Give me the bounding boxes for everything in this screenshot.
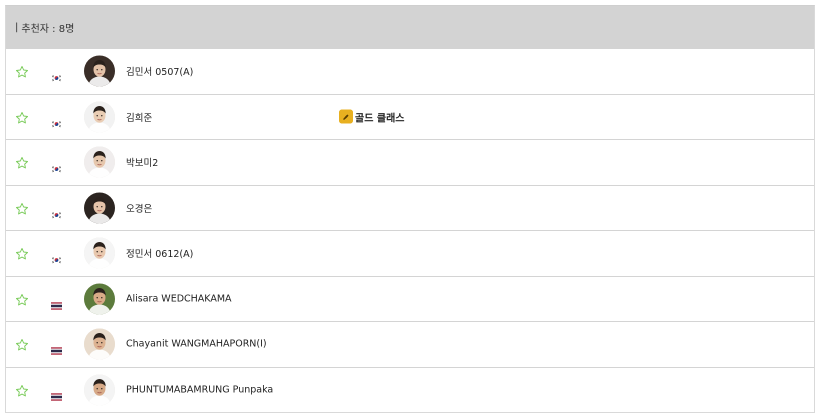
recommender-count: 추천자 : 8명 bbox=[21, 24, 75, 35]
player-name[interactable]: PHUNTUMABAMRUNG Punpaka bbox=[126, 385, 273, 396]
membership-badge: 골드 클래스 bbox=[339, 109, 404, 124]
player-name[interactable]: Chayanit WANGMAHAPORN(I) bbox=[126, 339, 267, 350]
list-header: | 추천자 : 8명 bbox=[6, 6, 814, 49]
favorite-star-icon[interactable] bbox=[15, 337, 29, 351]
player-row[interactable]: Chayanit WANGMAHAPORN(I) bbox=[6, 322, 814, 368]
korea-flag-icon bbox=[51, 249, 62, 264]
thailand-flag-icon bbox=[51, 386, 62, 401]
favorite-star-icon[interactable] bbox=[15, 383, 29, 397]
player-avatar[interactable] bbox=[84, 146, 115, 178]
player-name[interactable]: Alisara WEDCHAKAMA bbox=[126, 293, 232, 304]
player-row[interactable]: PHUNTUMABAMRUNG Punpaka bbox=[6, 368, 814, 414]
player-rows: 김민서 0507(A) 김희준 골드 클래스박보미2 오경은정민서 0612(A) Al… bbox=[6, 49, 814, 413]
korea-flag-icon bbox=[51, 113, 62, 128]
player-avatar[interactable] bbox=[84, 192, 115, 224]
player-name[interactable]: 오경은 bbox=[126, 201, 152, 215]
player-avatar[interactable] bbox=[84, 55, 115, 87]
player-row[interactable]: 박보미2 bbox=[6, 140, 814, 186]
korea-flag-icon bbox=[51, 67, 62, 82]
player-name[interactable]: 김민서 0507(A) bbox=[126, 64, 193, 78]
player-avatar[interactable] bbox=[84, 237, 115, 269]
recommended-players-list: | 추천자 : 8명 김민서 0507(A) 김희준 골드 클래스박보미2 오경은정민… bbox=[5, 5, 815, 413]
player-name[interactable]: 김희준 bbox=[126, 110, 152, 124]
player-name[interactable]: 정민서 0612(A) bbox=[126, 246, 193, 260]
player-row[interactable]: 김희준 골드 클래스 bbox=[6, 95, 814, 140]
korea-flag-icon bbox=[51, 158, 62, 173]
favorite-star-icon[interactable] bbox=[15, 246, 29, 260]
player-row[interactable]: 오경은 bbox=[6, 186, 814, 231]
gold-class-icon bbox=[339, 109, 353, 124]
player-avatar[interactable] bbox=[84, 374, 115, 406]
player-row[interactable]: 김민서 0507(A) bbox=[6, 49, 814, 95]
favorite-star-icon[interactable] bbox=[15, 201, 29, 215]
player-avatar[interactable] bbox=[84, 283, 115, 315]
thailand-flag-icon bbox=[51, 295, 62, 310]
favorite-star-icon[interactable] bbox=[15, 292, 29, 306]
player-avatar[interactable] bbox=[84, 101, 115, 133]
membership-badge-label: 골드 클래스 bbox=[355, 113, 405, 125]
player-row[interactable]: Alisara WEDCHAKAMA bbox=[6, 277, 814, 322]
thailand-flag-icon bbox=[51, 340, 62, 355]
player-name[interactable]: 박보미2 bbox=[126, 155, 158, 169]
player-row[interactable]: 정민서 0612(A) bbox=[6, 231, 814, 277]
header-bar-mark: | bbox=[15, 22, 19, 33]
korea-flag-icon bbox=[51, 204, 62, 219]
favorite-star-icon[interactable] bbox=[15, 155, 29, 169]
favorite-star-icon[interactable] bbox=[15, 110, 29, 124]
favorite-star-icon[interactable] bbox=[15, 64, 29, 78]
player-avatar[interactable] bbox=[84, 328, 115, 360]
